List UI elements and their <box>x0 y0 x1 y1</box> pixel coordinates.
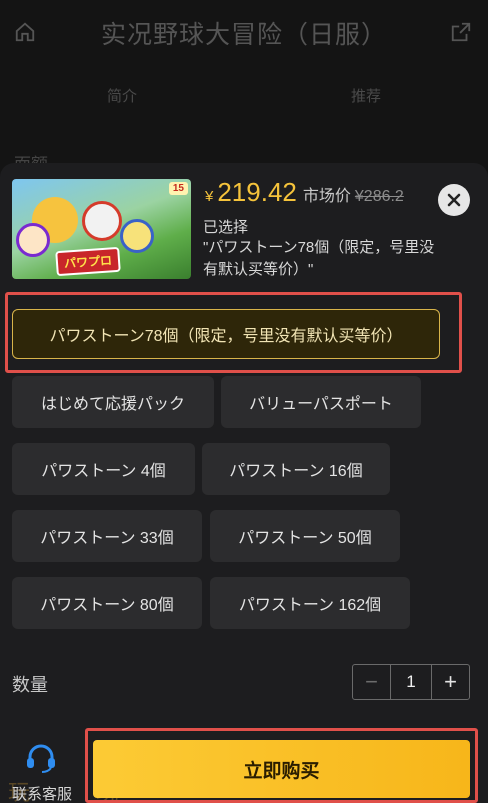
tab-recommend[interactable]: 推荐 <box>244 66 488 124</box>
option-starter-pack[interactable]: はじめて応援パック <box>12 376 214 428</box>
product-image: パワプロ 15 <box>12 179 191 279</box>
image-character <box>82 201 122 241</box>
currency-symbol: ¥ <box>205 188 214 205</box>
selected-label: 已选择 <box>203 219 249 236</box>
tab-intro[interactable]: 简介 <box>0 66 244 124</box>
image-character <box>120 219 154 253</box>
option-powerstone-50[interactable]: パワストーン 50個 <box>210 510 400 562</box>
quantity-stepper: − 1 + <box>352 664 470 700</box>
page-title: 实况野球大冒险（日服） <box>100 21 387 49</box>
quantity-input[interactable]: 1 <box>391 665 431 699</box>
option-powerstone-80[interactable]: パワストーン 80個 <box>12 577 202 629</box>
close-button[interactable] <box>438 184 470 216</box>
option-powerstone-33[interactable]: パワストーン 33個 <box>12 510 202 562</box>
market-price-label: 市场价 <box>302 188 351 205</box>
buy-now-button[interactable]: 立即购买 <box>93 740 470 798</box>
option-powerstone-78[interactable]: パワストーン78個（限定，号里没有默认买等价） <box>12 309 440 359</box>
selected-value: "パワストーン78個（限定，号里没有默认买等价）" <box>203 239 435 278</box>
tab-bar: 简介 推荐 <box>0 66 488 124</box>
quantity-label: 数量 <box>12 675 48 695</box>
image-badge: 15 <box>168 182 188 195</box>
home-icon[interactable] <box>14 21 36 43</box>
image-character <box>16 223 50 257</box>
increase-button[interactable]: + <box>431 665 469 699</box>
decrease-button[interactable]: − <box>353 665 391 699</box>
option-value-passport[interactable]: バリューパスポート <box>221 376 421 428</box>
headset-icon <box>27 744 55 773</box>
original-price: ¥286.2 <box>354 188 404 205</box>
customer-service-button[interactable]: 联系客服 <box>8 741 78 803</box>
option-powerstone-4[interactable]: パワストーン 4個 <box>12 443 195 495</box>
customer-service-label: 联系客服 <box>12 786 73 803</box>
option-powerstone-16[interactable]: パワストーン 16個 <box>202 443 390 495</box>
purchase-sheet: パワプロ 15 ¥ 219.42 市场价 ¥286.2 已选择 "パワストーン7… <box>0 163 488 803</box>
image-logo: パワプロ <box>55 246 121 277</box>
price-row: ¥ 219.42 市场价 ¥286.2 <box>205 177 404 208</box>
share-icon[interactable] <box>450 21 472 43</box>
close-icon <box>447 193 461 207</box>
page-header: 实况野球大冒险（日服） <box>0 0 488 66</box>
option-powerstone-162[interactable]: パワストーン 162個 <box>210 577 410 629</box>
current-price: 219.42 <box>217 177 297 207</box>
